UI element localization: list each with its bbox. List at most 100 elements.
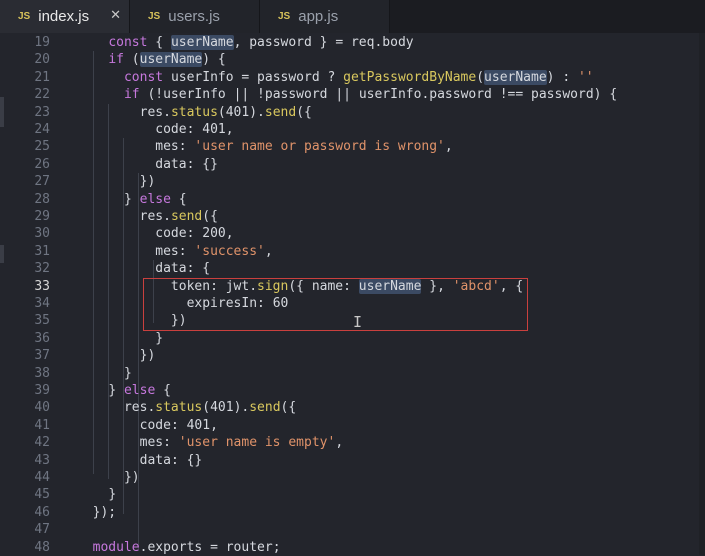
code-line[interactable]: 45 } — [0, 486, 705, 503]
tab-label: users.js — [168, 8, 220, 25]
code-text: }) — [139, 348, 156, 364]
code-text: } — [108, 487, 117, 503]
code-line[interactable]: 43 data: {} — [0, 452, 705, 469]
code-line[interactable]: 20 if (userName) { — [0, 51, 705, 68]
code-text: module.exports = router; — [92, 539, 281, 555]
tab-label: index.js — [38, 8, 90, 25]
close-icon[interactable]: ✕ — [110, 7, 121, 23]
code-line[interactable]: 28 } else { — [0, 191, 705, 208]
line-number: 26 — [34, 156, 50, 172]
js-file-icon: JS — [18, 11, 31, 22]
line-number: 40 — [34, 400, 50, 416]
code-text: }) — [139, 174, 156, 190]
tab-users-js[interactable]: JS users.js — [130, 0, 260, 33]
code-text: data: {} — [155, 156, 218, 172]
code-line[interactable]: 42 mes: 'user name is empty', — [0, 434, 705, 451]
tab-label: app.js — [298, 8, 339, 25]
code-text: mes: 'user name or password is wrong', — [155, 139, 453, 155]
code-line[interactable]: 31 mes: 'success', — [0, 243, 705, 260]
code-text: mes: 'success', — [155, 243, 273, 259]
code-line[interactable]: 44 }) — [0, 469, 705, 486]
line-number: 20 — [34, 52, 50, 68]
code-line[interactable]: 27 }) — [0, 173, 705, 190]
code-line[interactable]: 37 }) — [0, 347, 705, 364]
code-text: if (userName) { — [108, 52, 226, 68]
line-number: 38 — [34, 365, 50, 381]
line-number: 30 — [34, 226, 50, 242]
code-text: mes: 'user name is empty', — [139, 435, 344, 451]
line-number: 24 — [34, 122, 50, 137]
code-line[interactable]: 23 res.status(401).send({ — [0, 104, 705, 121]
line-number: 21 — [34, 69, 50, 85]
js-file-icon: JS — [278, 11, 291, 22]
code-text: } else { — [123, 191, 187, 207]
code-line[interactable]: 41 code: 401, — [0, 417, 705, 434]
code-text: res.send({ — [139, 209, 218, 224]
line-number: 42 — [34, 435, 50, 451]
code-text: data: { — [155, 261, 211, 277]
line-number: 22 — [34, 87, 50, 103]
line-number: 35 — [34, 313, 50, 329]
code-line[interactable]: 25 mes: 'user name or password is wrong'… — [0, 138, 705, 155]
line-number: 19 — [34, 35, 50, 50]
line-number: 43 — [34, 452, 50, 468]
code-text: expiresIn: 60 — [186, 296, 289, 311]
line-number: 23 — [34, 104, 50, 120]
line-number: 41 — [34, 417, 50, 433]
code-line[interactable]: 48 module.exports = router; — [0, 539, 705, 556]
code-line[interactable]: 35 }) — [0, 312, 705, 329]
code-text: const { userName, password } = req.body — [108, 35, 414, 50]
code-line[interactable]: 24 code: 401, — [0, 121, 705, 138]
tab-index-js[interactable]: JS index.js ✕ — [0, 0, 130, 33]
code-line[interactable]: 38 } — [0, 365, 705, 382]
code-text: } else { — [108, 383, 171, 398]
code-line[interactable]: 32 data: { — [0, 260, 705, 277]
code-line[interactable]: 34 expiresIn: 60 — [0, 295, 705, 312]
code-line[interactable]: 33 token: jwt.sign({ name: userName }, '… — [0, 278, 705, 295]
line-number: 47 — [34, 522, 50, 538]
code-line[interactable]: 19 const { userName, password } = req.bo… — [0, 34, 705, 51]
line-number: 37 — [34, 348, 50, 364]
line-number: 45 — [34, 487, 50, 503]
line-number: 25 — [34, 139, 50, 155]
line-number: 48 — [34, 539, 50, 555]
code-text: res.status(401).send({ — [139, 104, 312, 120]
vertical-scrollbar[interactable] — [699, 33, 705, 555]
tab-app-js[interactable]: JS app.js — [260, 0, 390, 33]
code-text: token: jwt.sign({ name: userName }, 'abc… — [170, 278, 524, 294]
code-text: } — [155, 330, 164, 346]
code-text: }) — [170, 313, 187, 329]
code-line[interactable]: 40 res.status(401).send({ — [0, 399, 705, 416]
line-number: 32 — [34, 261, 50, 277]
code-text: res.status(401).send({ — [123, 400, 297, 416]
line-number: 46 — [34, 504, 50, 520]
line-number: 39 — [34, 383, 50, 398]
line-number: 44 — [34, 470, 50, 485]
code-text: code: 401, — [155, 122, 234, 137]
line-number: 34 — [34, 296, 50, 311]
code-line[interactable]: 36 } — [0, 330, 705, 347]
line-number: 31 — [34, 243, 50, 259]
code-text: }) — [123, 470, 140, 485]
code-text: data: {} — [139, 452, 203, 468]
line-number: 36 — [34, 330, 50, 346]
code-text: } — [123, 365, 132, 381]
code-line[interactable]: 26 data: {} — [0, 156, 705, 173]
code-editor[interactable]: I 19 const { userName, password } = req.… — [0, 33, 705, 555]
code-text: code: 401, — [139, 417, 218, 433]
code-text: const userInfo = password ? getPasswordB… — [123, 69, 594, 85]
code-line[interactable]: 22 if (!userInfo || !password || userInf… — [0, 86, 705, 103]
code-text: code: 200, — [155, 226, 234, 242]
code-line[interactable]: 29 res.send({ — [0, 208, 705, 225]
code-line[interactable]: 39 } else { — [0, 382, 705, 399]
code-line[interactable]: 46 }); — [0, 504, 705, 521]
line-number: 27 — [34, 174, 50, 190]
line-number: 28 — [34, 191, 50, 207]
code-line[interactable]: 21 const userInfo = password ? getPasswo… — [0, 69, 705, 86]
code-text: if (!userInfo || !password || userInfo.p… — [123, 87, 618, 103]
tab-bar: JS index.js ✕ JS users.js JS app.js — [0, 0, 705, 33]
code-line[interactable]: 30 code: 200, — [0, 225, 705, 242]
code-line[interactable]: 47 — [0, 521, 705, 538]
code-text: }); — [92, 504, 117, 520]
js-file-icon: JS — [148, 11, 161, 22]
